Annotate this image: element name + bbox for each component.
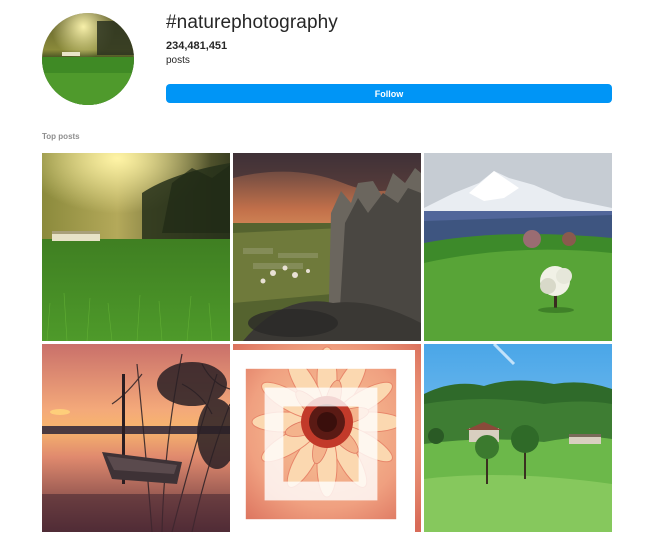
multiple-images-icon	[233, 350, 415, 532]
post-tile-sunset-lake[interactable]	[42, 344, 230, 532]
post-image	[42, 344, 230, 532]
post-tile-green-hills[interactable]	[424, 344, 612, 532]
post-tile-mountain-tree[interactable]	[424, 153, 612, 341]
post-count-label: posts	[166, 55, 190, 66]
follow-button[interactable]: Follow	[166, 84, 612, 103]
post-tile-peach-flower[interactable]	[233, 344, 421, 532]
post-image	[424, 344, 612, 532]
hashtag-avatar	[42, 13, 134, 105]
post-tile-misty-field[interactable]	[42, 153, 230, 341]
post-image	[233, 153, 421, 341]
post-tile-rock-formation[interactable]	[233, 153, 421, 341]
post-count: 234,481,451	[166, 40, 228, 52]
post-image	[42, 153, 230, 341]
hashtag-title: #naturephotography	[166, 12, 338, 33]
post-image	[424, 153, 612, 341]
top-posts-heading: Top posts	[42, 132, 80, 141]
